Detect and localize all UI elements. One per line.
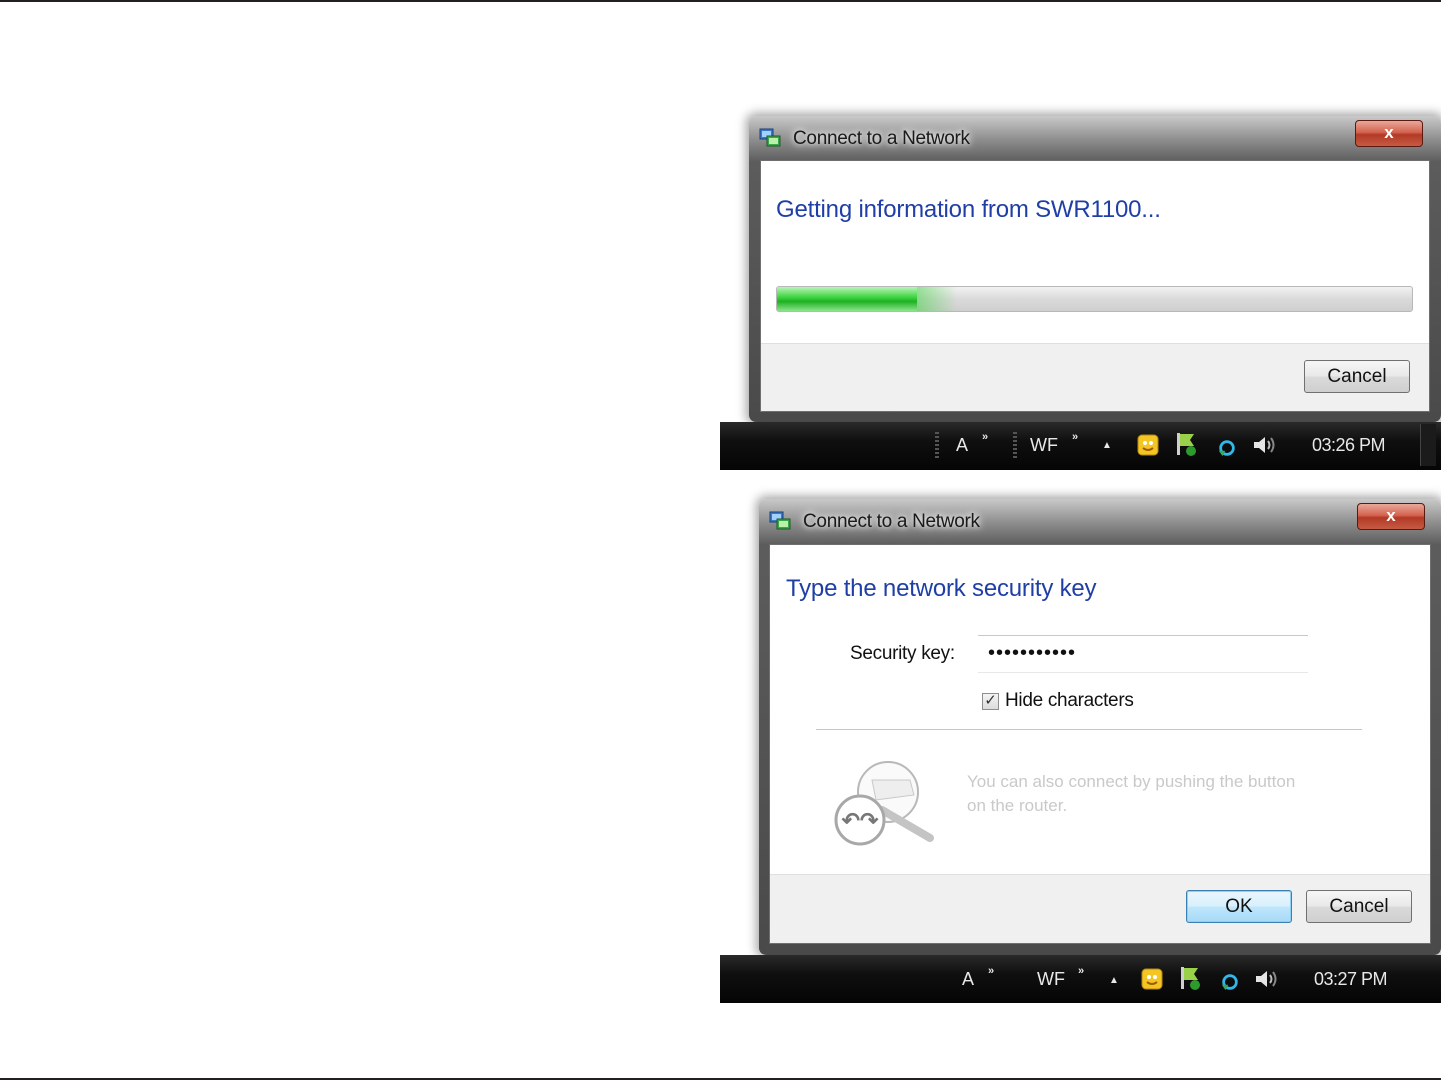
taskbar-grip: [1013, 432, 1017, 460]
clock[interactable]: 03:26 PM: [1312, 435, 1386, 456]
sync-icon[interactable]: [1220, 972, 1240, 992]
security-key-label: Security key:: [850, 643, 955, 664]
language-indicator[interactable]: A: [956, 435, 968, 456]
wf-chevron-icon[interactable]: »: [1072, 431, 1078, 443]
close-button[interactable]: x: [1357, 503, 1425, 530]
hide-characters-label[interactable]: Hide characters: [1005, 690, 1134, 712]
wps-router-icon: ↶↷: [834, 761, 934, 846]
title-bar[interactable]: Connect to a Network x: [749, 116, 1441, 160]
language-chevron-icon[interactable]: »: [988, 965, 994, 977]
show-hidden-icons-arrow[interactable]: ▲: [1102, 440, 1112, 451]
dialog-title: Connect to a Network: [803, 511, 980, 532]
taskbar-grip: [935, 432, 939, 460]
dialog-client-area: Getting information from SWR1100... Canc…: [760, 160, 1430, 412]
network-icon: [759, 128, 781, 147]
speaker-icon[interactable]: [1254, 968, 1280, 990]
language-indicator[interactable]: A: [962, 969, 974, 990]
wf-toolbar[interactable]: WF: [1037, 969, 1065, 990]
dialog-title: Connect to a Network: [793, 128, 970, 149]
cancel-button[interactable]: Cancel: [1306, 890, 1412, 923]
progress-bar: [776, 286, 1413, 312]
messenger-icon[interactable]: [1136, 433, 1160, 457]
clock[interactable]: 03:27 PM: [1314, 969, 1388, 990]
hide-characters-checkbox[interactable]: ✓: [982, 693, 999, 710]
show-desktop-button[interactable]: [1420, 424, 1436, 466]
ok-button[interactable]: OK: [1186, 890, 1292, 923]
close-icon: x: [1386, 506, 1396, 525]
wf-toolbar[interactable]: WF: [1030, 435, 1058, 456]
cancel-button[interactable]: Cancel: [1304, 360, 1410, 393]
push-button-hint: You can also connect by pushing the butt…: [967, 772, 1296, 815]
divider: [816, 729, 1362, 730]
language-chevron-icon[interactable]: »: [982, 431, 988, 443]
show-hidden-icons-arrow[interactable]: ▲: [1109, 975, 1119, 986]
network-icon: [769, 511, 791, 530]
flag-icon[interactable]: [1174, 431, 1198, 457]
close-icon: x: [1384, 123, 1394, 142]
speaker-icon[interactable]: [1252, 434, 1278, 456]
screenshot-getting-information: Connect to a Network x Getting informati…: [720, 110, 1441, 470]
title-bar[interactable]: Connect to a Network x: [759, 499, 1441, 543]
progress-fill: [777, 287, 957, 311]
connect-dialog-2: Connect to a Network x Type the network …: [759, 499, 1441, 955]
wf-chevron-icon[interactable]: »: [1078, 965, 1084, 977]
screenshot-security-key: Connect to a Network x Type the network …: [720, 492, 1441, 1004]
messenger-icon[interactable]: [1140, 967, 1164, 991]
security-key-input[interactable]: •••••••••••: [978, 635, 1308, 673]
flag-icon[interactable]: [1178, 965, 1202, 991]
sync-icon[interactable]: [1217, 438, 1237, 458]
status-heading: Getting information from SWR1100...: [776, 196, 1161, 223]
dialog-footer: OK Cancel: [770, 874, 1430, 943]
connect-dialog-1: Connect to a Network x Getting informati…: [749, 116, 1441, 422]
close-button[interactable]: x: [1355, 120, 1423, 147]
svg-text:↶↷: ↶↷: [841, 808, 879, 833]
prompt-heading: Type the network security key: [786, 575, 1097, 602]
bottom-rule: [0, 1078, 1441, 1080]
top-rule: [0, 0, 1441, 2]
dialog-footer: Cancel: [761, 343, 1429, 411]
dialog-client-area: Type the network security key Security k…: [769, 544, 1431, 944]
taskbar-2: A » WF » ▲ 03:27 PM: [720, 955, 1441, 1003]
taskbar-1: A » WF » ▲ 03:26 PM: [720, 422, 1441, 470]
